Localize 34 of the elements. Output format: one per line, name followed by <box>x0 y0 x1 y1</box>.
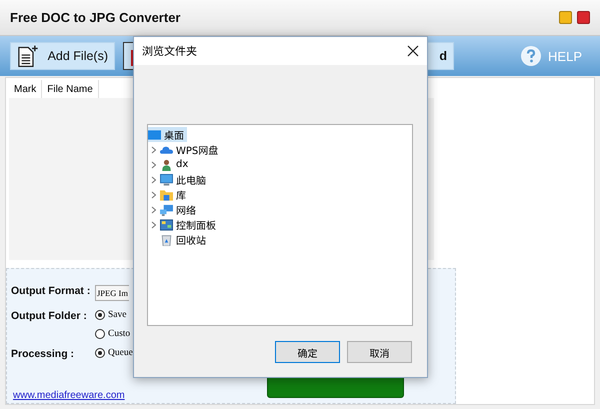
control-panel-icon <box>160 218 173 230</box>
field-label: Output Format : <box>11 285 92 297</box>
folder-icon <box>160 188 173 200</box>
desktop-icon <box>148 128 161 140</box>
radio-option[interactable]: Custo <box>95 329 130 339</box>
folder-tree-item[interactable]: 库 <box>151 187 189 202</box>
folder-tree-item[interactable]: 此电脑 <box>151 172 209 187</box>
dialog-button[interactable]: 确定 <box>275 341 340 363</box>
help-icon <box>520 45 542 67</box>
format-dropdown[interactable]: JPEG Im <box>95 285 129 301</box>
folder-tree-item[interactable]: 控制面板 <box>151 217 219 232</box>
folder-tree-item[interactable]: WPS网盘 <box>151 142 222 157</box>
toolbar-button[interactable]: Add File(s) <box>10 42 115 70</box>
field-label: Processing : <box>11 348 76 360</box>
cloud-icon <box>160 144 173 156</box>
close-button[interactable] <box>407 45 419 57</box>
field-label: Output Folder : <box>11 310 88 322</box>
network-icon <box>160 204 173 216</box>
monitor-icon <box>160 174 173 186</box>
folder-tree-item[interactable]: 回收站 <box>151 232 209 247</box>
dialog-title: 浏览文件夹 <box>142 44 198 59</box>
website-link[interactable]: www.mediafreeware.com <box>13 390 125 401</box>
add-document-icon <box>17 44 40 68</box>
user-icon <box>160 158 173 170</box>
window-title: Free DOC to JPG Converter <box>10 10 182 25</box>
folder-tree-item[interactable]: 网络 <box>151 202 199 217</box>
radio-option[interactable]: Save <box>95 310 130 320</box>
folder-tree-item[interactable]: dx <box>151 157 192 172</box>
radio-option[interactable]: Queue <box>95 348 133 358</box>
dialog-button[interactable]: 取消 <box>347 341 412 363</box>
recycle-bin-icon <box>160 234 173 246</box>
folder-tree-item[interactable]: 桌面 <box>148 127 187 142</box>
column-header[interactable]: File Name <box>42 80 99 98</box>
column-header[interactable]: Mark <box>9 80 42 98</box>
